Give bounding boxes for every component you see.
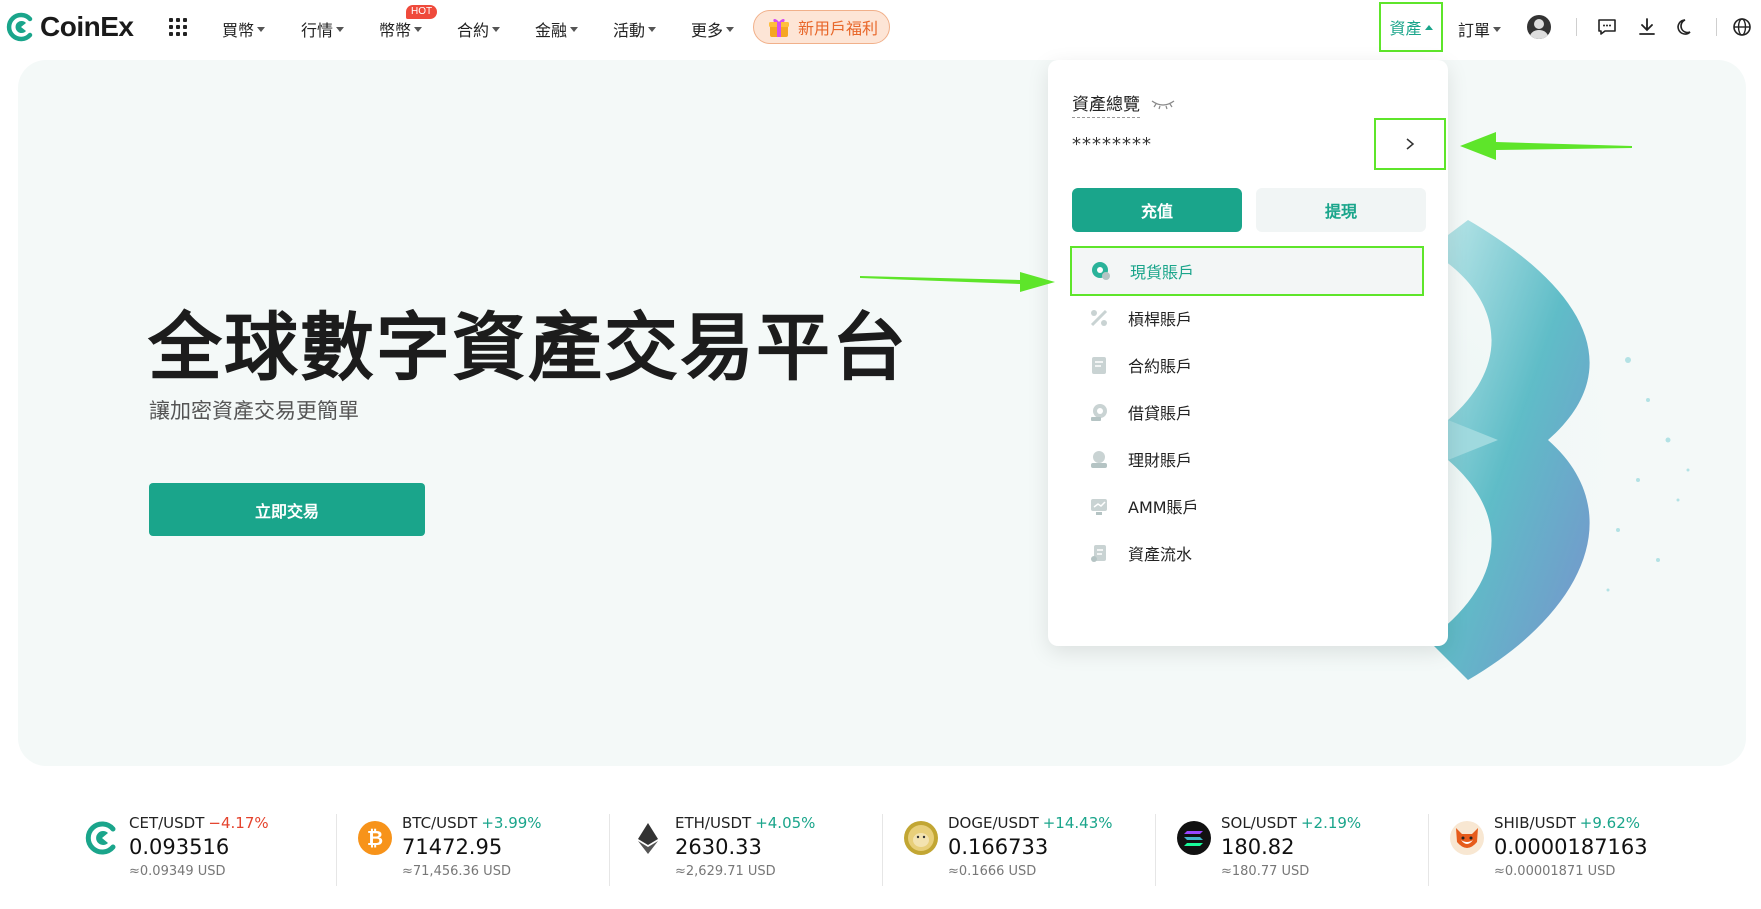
- divider: [1576, 18, 1577, 36]
- dark-mode-moon-icon[interactable]: [1675, 16, 1697, 38]
- chevron-right-icon: [1406, 138, 1415, 150]
- total-balance-hidden: ********: [1072, 134, 1152, 155]
- menu-item-loan-account[interactable]: 借貸賬戶: [1070, 387, 1424, 437]
- nav-finance[interactable]: 金融: [535, 17, 579, 41]
- assets-dropdown: 資產總覽 ******** 充值 提現 現貨賬戶 槓桿賬戶 合約賬戶 借貸賬戶 …: [1048, 60, 1448, 646]
- apps-grid-icon[interactable]: [169, 18, 187, 36]
- coinex-logo[interactable]: CoinEx: [6, 10, 134, 44]
- language-globe-icon[interactable]: [1731, 16, 1753, 38]
- hero-title: 全球數字資產交易平台: [148, 305, 908, 391]
- loan-account-icon: [1091, 404, 1107, 421]
- eth-coin-icon: [638, 823, 658, 854]
- svg-text:₿: ₿: [367, 826, 383, 850]
- chevron-down-icon: [726, 26, 735, 32]
- coinex-logo-icon: [6, 12, 33, 42]
- asset-history-icon: [1091, 545, 1106, 562]
- btc-coin-icon: ₿: [358, 821, 392, 855]
- nav-spot[interactable]: 幣幣: [379, 17, 423, 41]
- divider: [336, 814, 337, 886]
- download-icon[interactable]: [1636, 16, 1658, 38]
- nav-orders[interactable]: 訂單: [1458, 17, 1502, 41]
- chevron-down-icon: [257, 26, 266, 32]
- hot-badge: HOT: [406, 5, 438, 19]
- new-user-bonus-button[interactable]: 新用戶福利: [753, 10, 890, 44]
- menu-item-margin-account[interactable]: 槓桿賬戶: [1070, 293, 1424, 343]
- cet-coin-icon: [85, 821, 116, 855]
- divider: [609, 814, 610, 886]
- divider: [882, 814, 883, 886]
- menu-item-futures-account[interactable]: 合約賬戶: [1070, 340, 1424, 390]
- asset-overview-arrow-button[interactable]: [1374, 118, 1446, 170]
- user-avatar[interactable]: [1527, 15, 1551, 39]
- asset-overview-title[interactable]: 資產總覽: [1072, 90, 1140, 118]
- nav-futures[interactable]: 合約: [457, 17, 501, 41]
- chevron-down-icon: [1493, 26, 1502, 32]
- amm-account-icon: [1091, 499, 1107, 515]
- margin-account-icon: [1090, 309, 1108, 327]
- withdraw-button[interactable]: 提現: [1256, 188, 1426, 232]
- chevron-up-icon: [1424, 24, 1433, 30]
- divider: [1716, 18, 1717, 36]
- chevron-down-icon: [648, 26, 657, 32]
- menu-item-financial-account[interactable]: 理財賬戶: [1070, 434, 1424, 484]
- hero-subtitle: 讓加密資產交易更簡單: [149, 399, 359, 423]
- trade-now-button[interactable]: 立即交易: [149, 483, 425, 536]
- hide-balance-eye-icon[interactable]: [1150, 97, 1176, 111]
- annotation-arrow-left: [1460, 132, 1632, 160]
- brand-name: CoinEx: [40, 11, 134, 42]
- chevron-down-icon: [570, 26, 579, 32]
- nav-activities[interactable]: 活動: [613, 17, 657, 41]
- message-icon[interactable]: [1596, 16, 1618, 38]
- shib-coin-icon: [1450, 821, 1484, 855]
- market-ticker: CET/USDT −4.17% 0.093516 ≈0.09349 USD ₿ B…: [0, 800, 1761, 900]
- chevron-down-icon: [492, 26, 501, 32]
- top-nav: CoinEx 買幣 行情 幣幣 HOT 合約 金融 活動 更多 新用戶福利 資產…: [0, 0, 1761, 54]
- nav-buy-crypto[interactable]: 買幣: [222, 17, 266, 41]
- annotation-arrow-right: [860, 272, 1055, 292]
- menu-item-asset-history[interactable]: 資產流水: [1070, 528, 1424, 578]
- gift-icon: [769, 18, 789, 37]
- nav-assets[interactable]: 資產: [1379, 2, 1443, 52]
- financial-account-icon: [1091, 451, 1107, 468]
- nav-markets[interactable]: 行情: [301, 17, 345, 41]
- sol-coin-icon: [1177, 821, 1211, 855]
- futures-account-icon: [1092, 357, 1106, 374]
- nav-more[interactable]: 更多: [691, 17, 735, 41]
- spot-account-icon: [1092, 262, 1110, 280]
- doge-coin-icon: [904, 821, 938, 855]
- divider: [1155, 814, 1156, 886]
- deposit-button[interactable]: 充值: [1072, 188, 1242, 232]
- menu-item-amm-account[interactable]: AMM賬戶: [1070, 481, 1424, 531]
- divider: [1428, 814, 1429, 886]
- hero-banner: 全球數字資產交易平台 讓加密資產交易更簡單 立即交易: [18, 60, 1746, 766]
- chevron-down-icon: [414, 26, 423, 32]
- asset-overview-header: 資產總覽: [1072, 90, 1176, 118]
- menu-item-spot-account[interactable]: 現貨賬戶: [1070, 246, 1424, 296]
- chevron-down-icon: [336, 26, 345, 32]
